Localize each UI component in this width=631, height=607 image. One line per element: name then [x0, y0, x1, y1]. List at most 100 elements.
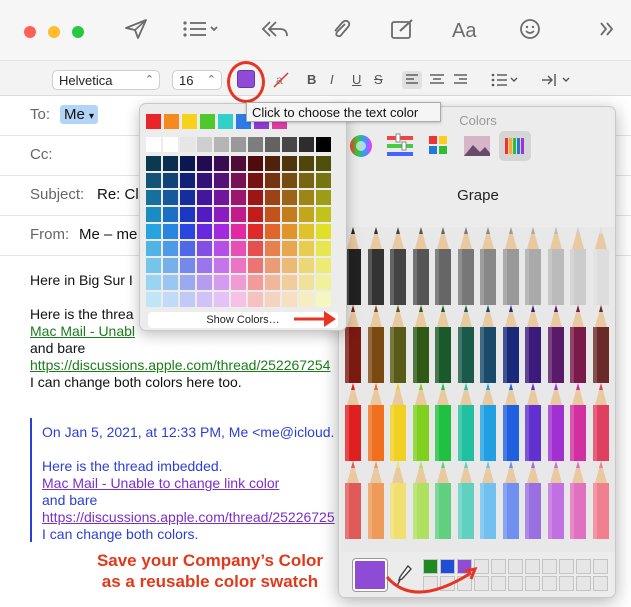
color-swatch[interactable] — [316, 173, 331, 188]
color-swatch[interactable] — [214, 207, 229, 222]
minimize-window-button[interactable] — [48, 26, 60, 38]
pencil-swatch[interactable] — [478, 383, 498, 461]
color-swatch[interactable] — [265, 190, 280, 205]
body-link[interactable]: Mac Mail - Unabl — [30, 323, 135, 339]
color-swatch[interactable] — [282, 258, 297, 273]
pencil-swatch[interactable] — [523, 227, 543, 305]
color-swatch[interactable] — [164, 114, 179, 129]
pencil-swatch[interactable] — [591, 305, 611, 383]
color-swatch[interactable] — [180, 241, 195, 256]
list-icon[interactable] — [490, 71, 522, 94]
color-swatch[interactable] — [146, 241, 161, 256]
color-swatch[interactable] — [146, 156, 161, 171]
quote-link[interactable]: https://discussions.apple.com/thread/252… — [42, 509, 335, 525]
pencil-swatch[interactable] — [366, 383, 386, 461]
color-swatch[interactable] — [146, 207, 161, 222]
pencil-swatch[interactable] — [478, 461, 498, 539]
color-swatch[interactable] — [299, 207, 314, 222]
color-swatch[interactable] — [197, 258, 212, 273]
color-swatch[interactable] — [231, 173, 246, 188]
color-swatch[interactable] — [265, 207, 280, 222]
pencil-swatch[interactable] — [456, 305, 476, 383]
color-swatch[interactable] — [163, 207, 178, 222]
pencil-swatch[interactable] — [546, 461, 566, 539]
pencil-swatch[interactable] — [366, 461, 386, 539]
color-swatch[interactable] — [180, 207, 195, 222]
color-swatch[interactable] — [248, 292, 263, 307]
color-swatch[interactable] — [146, 190, 161, 205]
color-swatch[interactable] — [265, 258, 280, 273]
pencil-swatch[interactable] — [546, 383, 566, 461]
body-link[interactable]: https://discussions.apple.com/thread/252… — [30, 357, 330, 373]
color-swatch[interactable] — [299, 275, 314, 290]
color-swatch[interactable] — [197, 156, 212, 171]
color-swatch[interactable] — [231, 224, 246, 239]
pencil-swatch[interactable] — [501, 305, 521, 383]
color-swatch[interactable] — [163, 258, 178, 273]
color-swatch[interactable] — [231, 156, 246, 171]
color-swatch[interactable] — [282, 241, 297, 256]
color-swatch[interactable] — [316, 156, 331, 171]
color-sliders-tab[interactable] — [384, 131, 416, 161]
color-swatch[interactable] — [214, 275, 229, 290]
pencil-swatch[interactable] — [501, 383, 521, 461]
pencil-swatch[interactable] — [501, 461, 521, 539]
color-swatch[interactable] — [231, 292, 246, 307]
color-swatch[interactable] — [180, 137, 195, 152]
color-swatch[interactable] — [265, 241, 280, 256]
reply-all-icon[interactable] — [260, 18, 290, 46]
pencil-swatch[interactable] — [568, 383, 588, 461]
color-swatch[interactable] — [214, 224, 229, 239]
color-swatch[interactable] — [316, 275, 331, 290]
close-window-button[interactable] — [24, 26, 36, 38]
color-swatch[interactable] — [180, 173, 195, 188]
color-swatch[interactable] — [146, 114, 161, 129]
align-left-button[interactable] — [402, 71, 422, 89]
color-swatch[interactable] — [299, 190, 314, 205]
pencil-swatch[interactable] — [433, 305, 453, 383]
color-swatch[interactable] — [163, 224, 178, 239]
color-swatch[interactable] — [146, 137, 161, 152]
color-swatch[interactable] — [180, 292, 195, 307]
font-size-select[interactable]: 16 ⌃ — [172, 70, 222, 90]
italic-button[interactable]: I — [330, 72, 334, 87]
color-swatch[interactable] — [282, 173, 297, 188]
color-swatch[interactable] — [265, 275, 280, 290]
pencil-swatch[interactable] — [478, 305, 498, 383]
pencil-swatch[interactable] — [523, 461, 543, 539]
color-swatch[interactable] — [248, 207, 263, 222]
pencil-swatch[interactable] — [343, 383, 363, 461]
saved-swatch[interactable] — [593, 576, 608, 591]
color-swatch[interactable] — [197, 190, 212, 205]
color-swatch[interactable] — [316, 224, 331, 239]
color-wheel-tab[interactable] — [345, 131, 377, 161]
pencil-swatch[interactable] — [343, 461, 363, 539]
saved-swatch[interactable] — [525, 576, 540, 591]
saved-swatch[interactable] — [593, 559, 608, 574]
align-center-icon[interactable] — [427, 71, 447, 94]
pencil-swatch[interactable] — [568, 461, 588, 539]
color-swatch[interactable] — [180, 190, 195, 205]
image-palettes-tab[interactable] — [461, 131, 493, 161]
font-panel-button[interactable]: Aa — [452, 20, 476, 43]
color-swatch[interactable] — [231, 241, 246, 256]
header-fields-icon[interactable] — [182, 18, 222, 46]
color-swatch[interactable] — [163, 190, 178, 205]
pencil-swatch[interactable] — [388, 305, 408, 383]
bold-button[interactable]: B — [307, 72, 316, 87]
quote-link[interactable]: Mac Mail - Unable to change link color — [42, 475, 279, 491]
pencils-tab[interactable] — [499, 131, 531, 161]
color-swatch[interactable] — [248, 275, 263, 290]
pencil-swatch[interactable] — [523, 305, 543, 383]
more-chevron-icon[interactable] — [598, 18, 616, 46]
color-swatch[interactable] — [248, 241, 263, 256]
pencil-swatch[interactable] — [411, 227, 431, 305]
pencil-swatch[interactable] — [388, 227, 408, 305]
color-swatch[interactable] — [299, 173, 314, 188]
pencil-swatch[interactable] — [433, 227, 453, 305]
color-swatch[interactable] — [163, 173, 178, 188]
saved-swatch[interactable] — [525, 559, 540, 574]
saved-swatch[interactable] — [508, 576, 523, 591]
color-palettes-tab[interactable] — [423, 131, 455, 161]
color-swatch[interactable] — [197, 224, 212, 239]
